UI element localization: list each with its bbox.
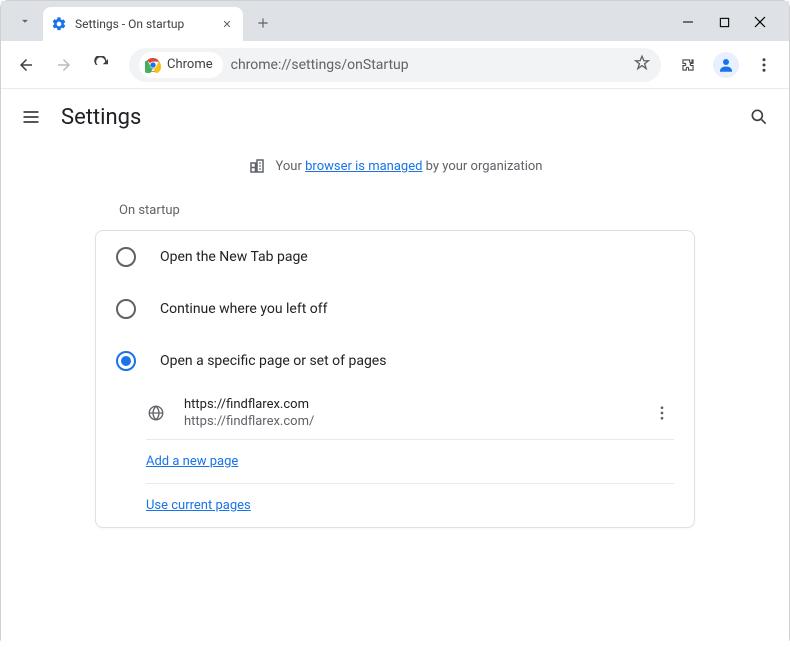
on-startup-section: On startup Open the New Tab page Continu…: [55, 187, 735, 528]
gear-icon: [51, 16, 67, 32]
radio-specific-pages[interactable]: Open a specific page or set of pages: [96, 335, 694, 387]
startup-page-more-button[interactable]: [650, 401, 674, 425]
radio-open-new-tab[interactable]: Open the New Tab page: [96, 231, 694, 283]
settings-header: Settings: [1, 89, 789, 145]
radio-label: Open a specific page or set of pages: [160, 353, 386, 369]
site-chip-label: Chrome: [167, 57, 213, 72]
startup-page-url: https://findflarex.com/: [184, 414, 632, 429]
address-bar[interactable]: Chrome chrome://settings/onStartup: [129, 48, 661, 82]
avatar-icon: [713, 52, 739, 78]
menu-button[interactable]: [747, 48, 781, 82]
reload-icon: [93, 56, 111, 74]
tab-close-button[interactable]: [219, 16, 235, 32]
managed-link[interactable]: browser is managed: [305, 159, 422, 174]
bookmark-button[interactable]: [633, 54, 651, 76]
minimize-button[interactable]: [673, 9, 703, 35]
dots-vertical-icon: [653, 404, 671, 422]
managed-banner: Your browser is managed by your organiza…: [1, 145, 789, 187]
close-icon: [754, 16, 766, 28]
back-button[interactable]: [9, 48, 43, 82]
url-text: chrome://settings/onStartup: [231, 57, 409, 73]
radio-label: Continue where you left off: [160, 301, 328, 317]
radio-icon-selected: [116, 351, 136, 371]
radio-continue[interactable]: Continue where you left off: [96, 283, 694, 335]
managed-text: Your browser is managed by your organiza…: [276, 159, 543, 174]
add-page-row: Add a new page: [96, 440, 694, 483]
globe-icon: [146, 403, 166, 423]
tab-title: Settings - On startup: [75, 17, 211, 31]
section-label: On startup: [95, 187, 695, 230]
plus-icon: [256, 16, 270, 30]
maximize-button[interactable]: [709, 9, 739, 35]
settings-search-button[interactable]: [747, 105, 771, 129]
arrow-right-icon: [55, 56, 73, 74]
startup-card: Open the New Tab page Continue where you…: [95, 230, 695, 528]
window-controls: [673, 1, 781, 35]
arrow-left-icon: [17, 56, 35, 74]
extensions-button[interactable]: [671, 48, 705, 82]
radio-label: Open the New Tab page: [160, 249, 308, 265]
startup-page-row: https://findflarex.com https://findflare…: [96, 387, 694, 439]
tab-search-button[interactable]: [11, 7, 39, 35]
site-info-chip[interactable]: Chrome: [139, 52, 223, 78]
chevron-down-icon: [18, 14, 32, 28]
star-icon: [633, 54, 651, 72]
add-page-link[interactable]: Add a new page: [146, 454, 238, 469]
browser-tab[interactable]: Settings - On startup: [43, 7, 243, 41]
startup-page-title: https://findflarex.com: [184, 397, 632, 412]
page-title: Settings: [61, 105, 141, 130]
hamburger-icon: [21, 107, 41, 127]
settings-menu-button[interactable]: [19, 105, 43, 129]
radio-icon: [116, 299, 136, 319]
puzzle-icon: [679, 56, 697, 74]
forward-button[interactable]: [47, 48, 81, 82]
maximize-icon: [719, 17, 730, 28]
profile-button[interactable]: [709, 48, 743, 82]
use-current-row: Use current pages: [96, 484, 694, 527]
dots-vertical-icon: [755, 56, 773, 74]
close-icon: [222, 19, 232, 29]
new-tab-button[interactable]: [249, 9, 277, 37]
radio-icon: [116, 247, 136, 267]
close-window-button[interactable]: [745, 9, 775, 35]
reload-button[interactable]: [85, 48, 119, 82]
minimize-icon: [682, 16, 694, 28]
chrome-icon: [145, 57, 161, 73]
use-current-link[interactable]: Use current pages: [146, 498, 251, 513]
search-icon: [749, 107, 769, 127]
settings-content: Settings Your browser is managed by your…: [1, 89, 789, 647]
browser-toolbar: Chrome chrome://settings/onStartup: [1, 41, 789, 89]
titlebar: Settings - On startup: [1, 1, 789, 41]
building-icon: [248, 157, 266, 175]
